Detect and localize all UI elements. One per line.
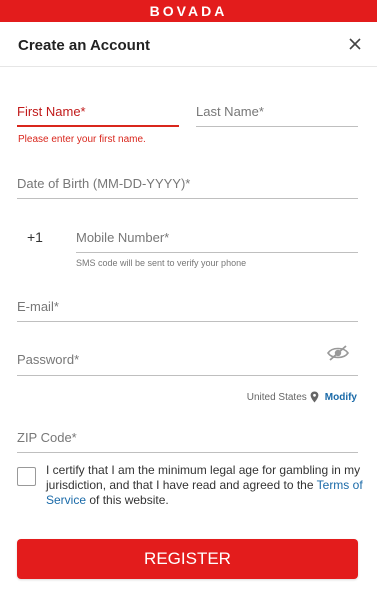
- brand-bar: BOVADA: [0, 0, 377, 22]
- zip-code-underline: [17, 452, 358, 453]
- sms-hint: SMS code will be sent to verify your pho…: [76, 258, 247, 268]
- dob-field[interactable]: Date of Birth (MM-DD-YYYY)*: [17, 176, 358, 199]
- country-code: +1: [27, 229, 43, 245]
- modify-country-link[interactable]: Modify: [325, 392, 357, 403]
- certify-text-end: of this website.: [86, 493, 169, 507]
- last-name-label: Last Name*: [196, 104, 264, 119]
- close-icon[interactable]: [345, 34, 365, 54]
- eye-slash-icon[interactable]: [327, 345, 349, 361]
- country-row: United States Modify: [247, 391, 357, 403]
- email-field[interactable]: E-mail*: [17, 299, 358, 322]
- zip-code-field[interactable]: ZIP Code*: [17, 430, 358, 453]
- modal-header: Create an Account: [0, 22, 377, 67]
- first-name-error: Please enter your first name.: [18, 134, 146, 145]
- certify-checkbox[interactable]: [17, 467, 36, 486]
- certify-text-main: I certify that I am the minimum legal ag…: [46, 463, 361, 492]
- email-label: E-mail*: [17, 299, 59, 314]
- certify-text: I certify that I am the minimum legal ag…: [46, 463, 366, 508]
- mobile-number-underline: [76, 252, 358, 253]
- modal-title: Create an Account: [18, 37, 150, 54]
- mobile-number-label: Mobile Number*: [76, 230, 170, 245]
- last-name-field[interactable]: Last Name*: [196, 104, 358, 127]
- first-name-label: First Name*: [17, 104, 86, 119]
- dob-underline: [17, 198, 358, 199]
- location-pin-icon: [310, 391, 319, 403]
- register-button[interactable]: REGISTER: [17, 539, 358, 579]
- dob-label: Date of Birth (MM-DD-YYYY)*: [17, 176, 191, 191]
- last-name-underline: [196, 126, 358, 127]
- email-underline: [17, 321, 358, 322]
- first-name-field[interactable]: First Name*: [17, 104, 179, 127]
- zip-code-label: ZIP Code*: [17, 430, 77, 445]
- password-field[interactable]: Password*: [17, 352, 358, 376]
- mobile-number-field[interactable]: Mobile Number*: [76, 230, 358, 253]
- bovada-logo: BOVADA: [149, 3, 228, 19]
- first-name-underline: [17, 125, 179, 127]
- password-label: Password*: [17, 352, 80, 367]
- password-underline: [17, 375, 358, 376]
- country-name: United States: [246, 391, 307, 403]
